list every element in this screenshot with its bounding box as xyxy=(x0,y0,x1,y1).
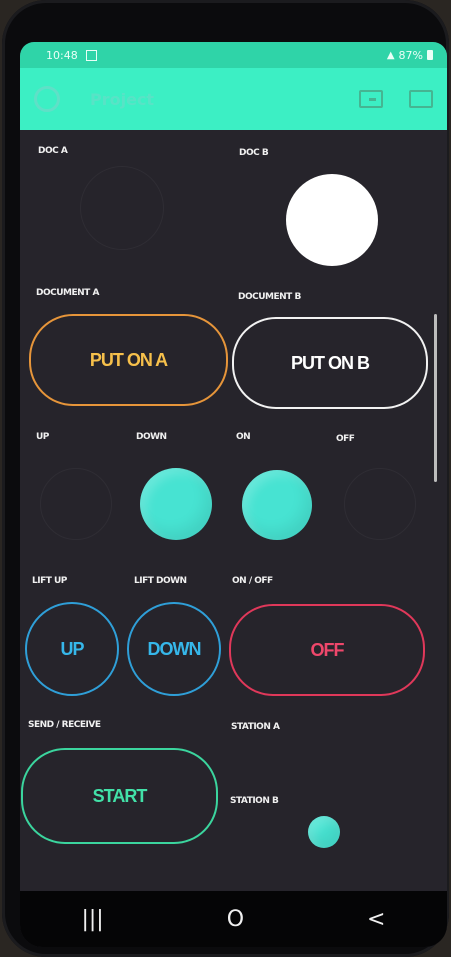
status-bar: 10:48 ▲ 87% xyxy=(20,42,447,68)
doc-b-led xyxy=(286,174,378,266)
station-b-led xyxy=(308,816,340,848)
app-bar: Project xyxy=(20,68,447,130)
battery-text: 87% xyxy=(398,48,423,62)
home-icon[interactable]: O xyxy=(227,907,244,932)
down-led xyxy=(140,468,212,540)
off-led-label: OFF xyxy=(336,434,355,444)
off-led xyxy=(344,468,416,540)
on-off-button[interactable]: OFF xyxy=(229,604,425,696)
fullscreen-icon[interactable] xyxy=(409,90,433,108)
on-led-label: ON xyxy=(236,432,251,442)
status-right: ▲ 87% xyxy=(387,49,433,62)
appbar-actions xyxy=(359,90,433,108)
app-screen: 10:48 ▲ 87% Project DOC A DOC B DOCUMENT… xyxy=(20,42,447,947)
system-nav-bar: ||| O < xyxy=(20,891,447,947)
send-receive-label: SEND / RECEIVE xyxy=(28,720,101,730)
on-led xyxy=(242,470,312,540)
status-time: 10:48 xyxy=(46,48,78,62)
up-led xyxy=(40,468,112,540)
phone-frame: 10:48 ▲ 87% Project DOC A DOC B DOCUMENT… xyxy=(2,0,449,957)
put-on-a-button[interactable]: PUT ON A xyxy=(29,314,228,406)
doc-b-label: DOC B xyxy=(239,148,269,158)
document-b-label: DOCUMENT B xyxy=(238,292,301,302)
lift-up-label: LIFT UP xyxy=(32,576,67,586)
battery-icon xyxy=(427,50,433,60)
put-on-b-button[interactable]: PUT ON B xyxy=(232,317,428,409)
doc-a-label: DOC A xyxy=(38,146,68,156)
station-b-label: STATION B xyxy=(230,796,279,806)
notification-icon xyxy=(85,49,97,61)
scrollbar[interactable] xyxy=(434,314,437,482)
back-icon[interactable]: < xyxy=(367,907,385,932)
lift-up-button[interactable]: UP xyxy=(25,602,119,696)
app-title: Project xyxy=(90,89,155,109)
app-logo-icon[interactable] xyxy=(34,86,60,112)
start-button[interactable]: START xyxy=(21,748,218,844)
signal-icon: ▲ xyxy=(386,49,395,61)
lift-down-label: LIFT DOWN xyxy=(134,576,187,586)
lift-down-button[interactable]: DOWN xyxy=(127,602,221,696)
down-led-label: DOWN xyxy=(136,432,167,442)
recents-icon[interactable]: ||| xyxy=(81,907,103,932)
up-led-label: UP xyxy=(36,432,49,442)
document-a-label: DOCUMENT A xyxy=(36,288,99,298)
station-a-label: STATION A xyxy=(231,722,280,732)
doc-a-led xyxy=(80,166,164,250)
on-off-label: ON / OFF xyxy=(232,576,273,586)
minimize-icon[interactable] xyxy=(359,90,383,108)
